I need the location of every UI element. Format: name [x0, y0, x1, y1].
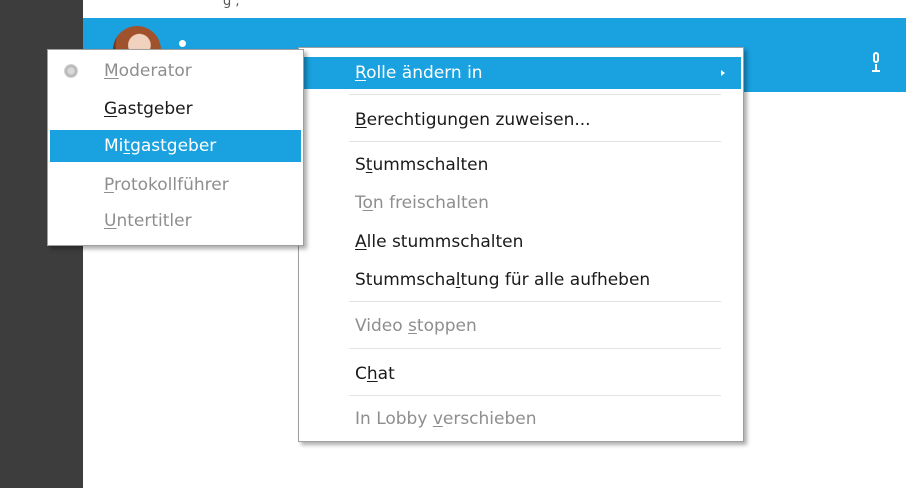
menu-separator	[349, 395, 721, 396]
role-item-moderator[interactable]: Moderator	[50, 55, 301, 87]
role-item-captioner[interactable]: Untertitler	[50, 205, 301, 237]
top-text-fragment: g ,	[223, 0, 240, 9]
menu-item-change-role[interactable]: Rolle ändern in	[301, 57, 741, 89]
role-item-host[interactable]: Gastgeber	[50, 93, 301, 125]
role-submenu: Moderator Gastgeber Mitgastgeber Protoko…	[47, 49, 304, 246]
menu-item-mute-all[interactable]: Alle stummschalten	[301, 226, 741, 258]
menu-separator	[349, 141, 721, 142]
participant-name	[179, 40, 186, 47]
menu-separator	[349, 301, 721, 302]
top-strip: g ,	[83, 0, 906, 18]
menu-item-unmute-all[interactable]: Stummschaltung für alle aufheben	[301, 264, 741, 296]
menu-item-chat[interactable]: Chat	[301, 358, 741, 390]
menu-item-move-to-lobby[interactable]: In Lobby verschieben	[301, 403, 741, 435]
menu-separator	[349, 94, 721, 95]
role-item-cohost[interactable]: Mitgastgeber	[50, 130, 301, 162]
role-item-minute-taker[interactable]: Protokollführer	[50, 169, 301, 201]
menu-item-assign-permissions[interactable]: Berechtigungen zuweisen...	[301, 104, 741, 136]
radio-selected-icon	[64, 64, 78, 78]
submenu-arrow-icon	[721, 70, 725, 76]
participant-context-menu: Rolle ändern in Berechtigungen zuweisen.…	[298, 47, 744, 442]
menu-item-mute[interactable]: Stummschalten	[301, 149, 741, 181]
menu-item-unmute[interactable]: Ton freischalten	[301, 187, 741, 219]
menu-separator	[349, 348, 721, 349]
menu-item-stop-video[interactable]: Video stoppen	[301, 310, 741, 342]
mic-icon[interactable]	[871, 52, 881, 74]
